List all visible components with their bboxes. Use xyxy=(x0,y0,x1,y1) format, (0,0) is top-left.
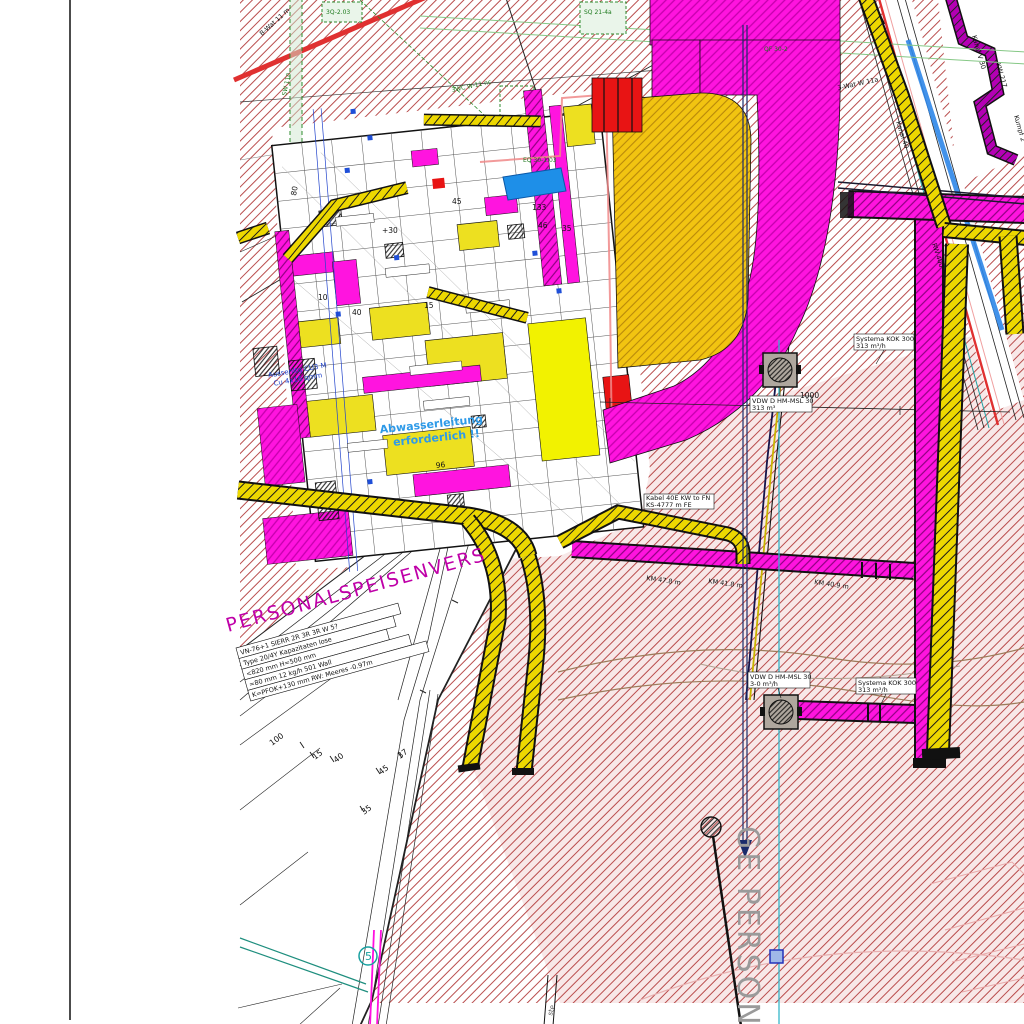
num-35b: 35 xyxy=(562,224,572,233)
shaft-1 xyxy=(759,353,801,387)
green-tag-1: 3Q-2.03 xyxy=(326,9,350,16)
svg-text:3-0 m³/h: 3-0 m³/h xyxy=(750,680,778,688)
num-10: 10 xyxy=(318,293,328,302)
survey-marker-square xyxy=(770,950,783,963)
shaft-2 xyxy=(760,695,802,729)
svg-text:313 m³/h: 313 m³/h xyxy=(858,686,888,694)
green-tag-3: EQ 30-1.03 xyxy=(523,157,557,164)
svg-text:KS-4777 m FE: KS-4777 m FE xyxy=(646,501,692,509)
num-40b: 40 xyxy=(352,308,362,317)
green-tag-2: SQ 21-4a xyxy=(584,9,612,16)
dim-1000: 1000 xyxy=(800,391,819,400)
svg-text:313 m³/h: 313 m³/h xyxy=(856,342,886,350)
zone-label: GE PERSONAL xyxy=(730,826,765,1024)
num-plus30: +30 xyxy=(382,226,398,235)
green-tag-4: QF 30-2 xyxy=(764,46,788,53)
red-marker-small xyxy=(432,178,445,189)
num-45b: 45 xyxy=(452,197,462,206)
svg-text:313 m³: 313 m³ xyxy=(752,404,776,412)
num-80: 80 xyxy=(289,185,300,196)
gold-duct-area xyxy=(612,93,751,368)
site-plan-canvas: PERSONALSPEISENVERS GE PERSONAL VN-76+1 … xyxy=(0,0,1024,1024)
num-96: 96 xyxy=(435,460,446,470)
num-46: 46 xyxy=(538,221,548,230)
svg-text:5: 5 xyxy=(365,950,372,963)
num-133: 133 xyxy=(532,203,547,212)
kabel-tag: Kabel 40E KW to FN KS-4777 m FE xyxy=(644,494,714,509)
red-blocks xyxy=(592,78,642,132)
num-15b: 15 xyxy=(424,301,434,310)
